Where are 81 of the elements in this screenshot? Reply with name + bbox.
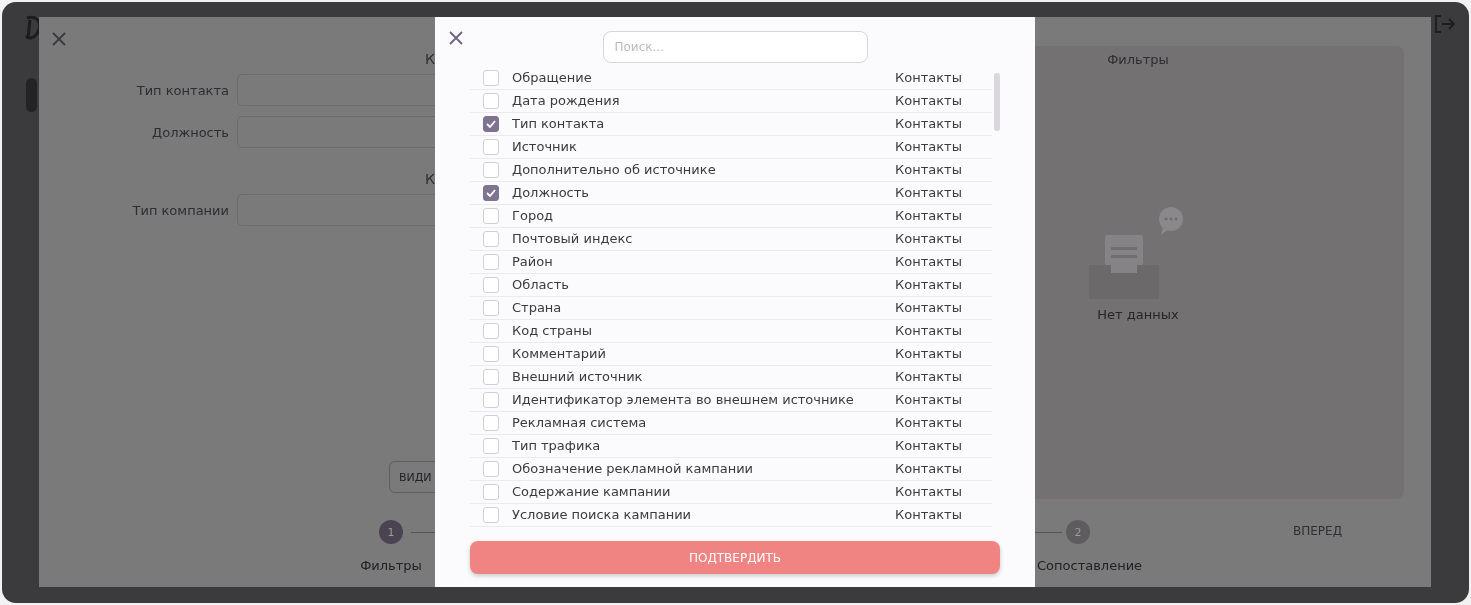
field-row[interactable]: Комментарий Контакты (470, 342, 992, 366)
step-number: 1 (379, 520, 403, 544)
field-group: Контакты (895, 93, 992, 109)
field-name: Тип контакта (512, 116, 606, 132)
step-number: 2 (1066, 520, 1090, 544)
field-label: Должность (151, 124, 229, 140)
field-label: Тип контакта (135, 82, 229, 98)
empty-message: Нет данных (1097, 307, 1179, 322)
panel-title: Фильтры (1107, 52, 1169, 67)
close-icon[interactable] (448, 30, 464, 46)
field-row[interactable]: Город Контакты (470, 204, 992, 228)
field-row[interactable]: Почтовый индекс Контакты (470, 227, 992, 251)
field-label: Тип компании (131, 202, 229, 218)
sidebar-button[interactable] (26, 78, 37, 112)
field-row[interactable]: Содержание кампании Контакты (470, 480, 992, 504)
field-group: Контакты (895, 392, 992, 408)
field-row[interactable]: Идентификатор элемента во внешнем источнике Контакты (470, 388, 992, 412)
field-group: Контакты (895, 300, 992, 316)
field-row[interactable]: Тип контакта Контакты (470, 112, 992, 136)
checkbox[interactable] (483, 115, 499, 132)
field-name: Страна (512, 300, 563, 316)
field-row[interactable]: Тип трафика Контакты (470, 434, 992, 458)
field-name: Условие поиска кампании (512, 507, 693, 523)
field-name: Рекламная система (512, 415, 648, 431)
close-icon[interactable] (51, 31, 67, 47)
field-group: Контакты (895, 139, 992, 155)
field-group: Контакты (895, 254, 992, 270)
field-name: Область (512, 277, 570, 293)
field-group: Контакты (895, 415, 992, 431)
field-group: Контакты (895, 323, 992, 339)
field-name: Комментарий (512, 346, 607, 362)
field-row[interactable]: Обращение Контакты (470, 66, 992, 90)
field-row[interactable]: Должность Контакты (470, 181, 992, 205)
field-row[interactable]: Область Контакты (470, 273, 992, 297)
field-row[interactable]: Код страны Контакты (470, 319, 992, 343)
field-name: Район (512, 254, 554, 270)
field-group: Контакты (895, 116, 992, 132)
field-name: Код страны (512, 323, 593, 339)
field-row[interactable]: Внешний источник Контакты (470, 365, 992, 389)
scrollbar[interactable] (994, 72, 1000, 131)
field-row[interactable]: Дополнительно об источнике Контакты (470, 158, 992, 182)
field-name: Источник (512, 139, 578, 155)
search-field[interactable]: Поиск... (602, 31, 868, 63)
field-group: Контакты (895, 70, 992, 86)
logout-icon[interactable] (1434, 14, 1456, 34)
field-name: Обозначение рекламной кампании (512, 461, 755, 477)
field-name: Город (512, 208, 555, 224)
field-group: Контакты (895, 231, 992, 247)
field-name: Дата рождения (512, 93, 621, 109)
field-row[interactable]: Условие поиска кампании Контакты (470, 503, 992, 527)
field-row[interactable]: Рекламная система Контакты (470, 411, 992, 435)
field-group: Контакты (895, 369, 992, 385)
step-label: Фильтры (360, 558, 422, 573)
field-group: Контакты (895, 507, 992, 523)
field-name: Почтовый индекс (512, 231, 634, 247)
field-row[interactable]: Источник Контакты (470, 135, 992, 159)
checkbox[interactable] (483, 184, 499, 201)
field-name: Дополнительно об источнике (512, 162, 717, 178)
field-group: Контакты (895, 438, 992, 454)
field-group: Контакты (895, 484, 992, 500)
check-icon (486, 188, 496, 197)
field-group: Контакты (895, 461, 992, 477)
field-group: Контакты (895, 346, 992, 362)
field-row[interactable]: Обозначение рекламной кампании Контакты (470, 457, 992, 481)
check-icon (486, 119, 496, 128)
section-heading: К (425, 170, 436, 189)
field-group: Контакты (895, 208, 992, 224)
field-name: Внешний источник (512, 369, 644, 385)
field-row[interactable]: Страна Контакты (470, 296, 992, 320)
field-row[interactable]: Район Контакты (470, 250, 992, 274)
field-name: Идентификатор элемента во внешнем источнике (512, 392, 855, 408)
field-name: Содержание кампании (512, 484, 672, 500)
field-row[interactable]: Дата рождения Контакты (470, 89, 992, 113)
field-name: Должность (512, 185, 590, 201)
field-group: Контакты (895, 185, 992, 201)
field-name: Обращение (512, 70, 593, 86)
step-label: Сопоставление (1037, 558, 1143, 573)
field-name: Тип трафика (512, 438, 602, 454)
field-group: Контакты (895, 277, 992, 293)
field-group: Контакты (895, 162, 992, 178)
section-heading: К (425, 50, 436, 69)
